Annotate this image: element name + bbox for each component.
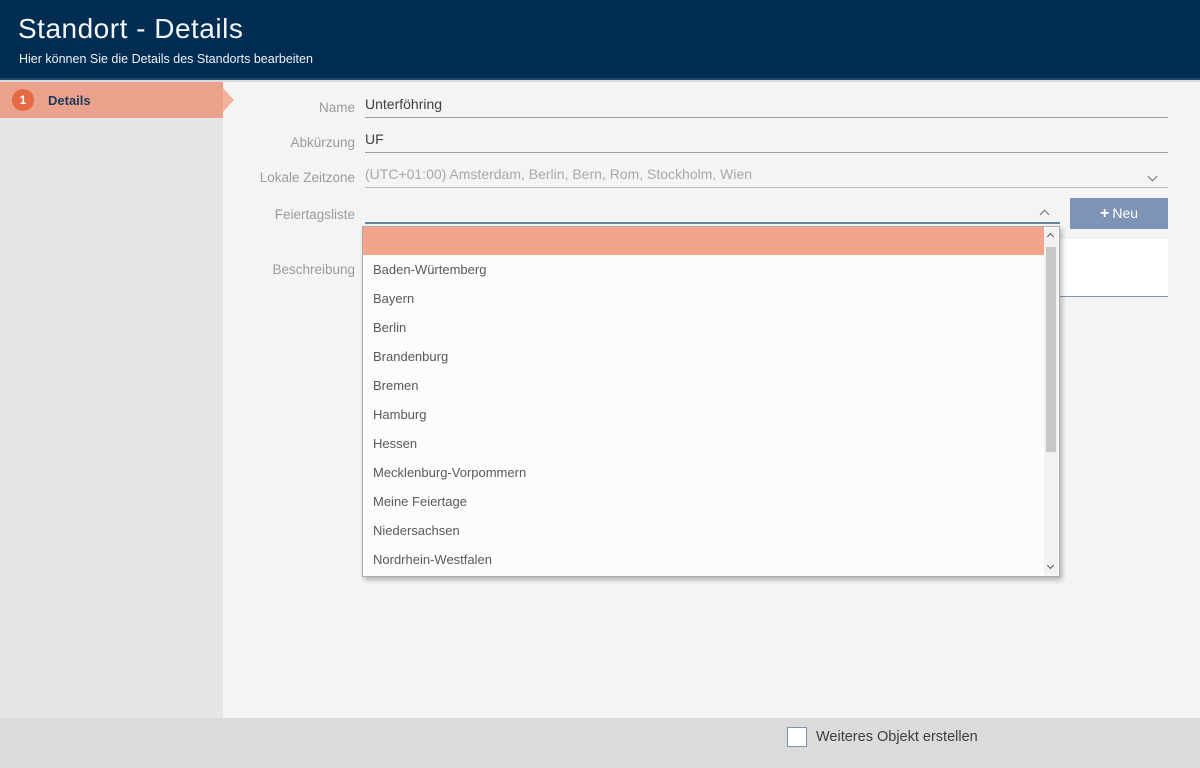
dropdown-item[interactable]: Niedersachsen (363, 516, 1044, 545)
dropdown-item[interactable]: Brandenburg (363, 342, 1044, 371)
dropdown-item[interactable]: Berlin (363, 313, 1044, 342)
create-another-checkbox[interactable] (787, 727, 807, 747)
dropdown-item[interactable]: Baden-Würtemberg (363, 255, 1044, 284)
scrollbar-thumb[interactable] (1046, 247, 1056, 452)
holiday-list-combobox[interactable] (365, 202, 1060, 224)
scroll-up-button[interactable] (1044, 228, 1058, 243)
wizard-step-details[interactable]: 1 Details (0, 82, 223, 118)
chevron-down-icon (1148, 172, 1158, 182)
header-bar: Standort - Details Hier können Sie die D… (0, 0, 1200, 80)
dropdown-item[interactable]: Hamburg (363, 400, 1044, 429)
timezone-value: (UTC+01:00) Amsterdam, Berlin, Bern, Rom… (365, 166, 752, 182)
dropdown-item[interactable]: Bayern (363, 284, 1044, 313)
abbreviation-label: Abkürzung (195, 135, 355, 150)
name-value: Unterföhring (365, 96, 442, 112)
new-button-label: Neu (1112, 205, 1138, 221)
dropdown-item-list: Baden-WürtembergBayernBerlinBrandenburgB… (363, 227, 1044, 576)
dropdown-item[interactable]: Hessen (363, 429, 1044, 458)
step-number-badge: 1 (12, 89, 34, 111)
timezone-select[interactable]: (UTC+01:00) Amsterdam, Berlin, Bern, Rom… (365, 166, 1168, 188)
dropdown-item[interactable] (363, 227, 1044, 255)
window: Standort - Details Hier können Sie die D… (0, 0, 1200, 768)
page-subtitle: Hier können Sie die Details des Standort… (19, 52, 313, 66)
dropdown-item[interactable]: Meine Feiertage (363, 487, 1044, 516)
timezone-label: Lokale Zeitzone (195, 170, 355, 185)
plus-icon: + (1100, 205, 1109, 222)
chevron-up-icon (1040, 210, 1050, 220)
scroll-down-button[interactable] (1044, 560, 1058, 575)
step-label: Details (48, 93, 91, 108)
description-label: Beschreibung (195, 262, 355, 277)
abbreviation-value: UF (365, 131, 384, 147)
dropdown-scrollbar[interactable] (1044, 228, 1058, 575)
chevron-up-icon (1047, 233, 1054, 240)
holiday-list-label: Feiertagsliste (195, 207, 355, 222)
name-label: Name (195, 100, 355, 115)
abbreviation-input[interactable]: UF (365, 131, 1168, 153)
footer-bar: Weiteres Objekt erstellen Fertigstellen … (0, 718, 1200, 768)
dropdown-item[interactable]: Nordrhein-Westfalen (363, 545, 1044, 574)
create-another-label: Weiteres Objekt erstellen (816, 729, 978, 745)
chevron-down-icon (1047, 562, 1054, 569)
wizard-sidebar (0, 82, 223, 718)
holiday-list-dropdown: Baden-WürtembergBayernBerlinBrandenburgB… (362, 226, 1060, 577)
new-holiday-list-button[interactable]: +Neu (1070, 198, 1168, 229)
page-title: Standort - Details (18, 13, 243, 45)
dropdown-item[interactable]: Bremen (363, 371, 1044, 400)
dropdown-item[interactable]: Mecklenburg-Vorpommern (363, 458, 1044, 487)
name-input[interactable]: Unterföhring (365, 96, 1168, 118)
